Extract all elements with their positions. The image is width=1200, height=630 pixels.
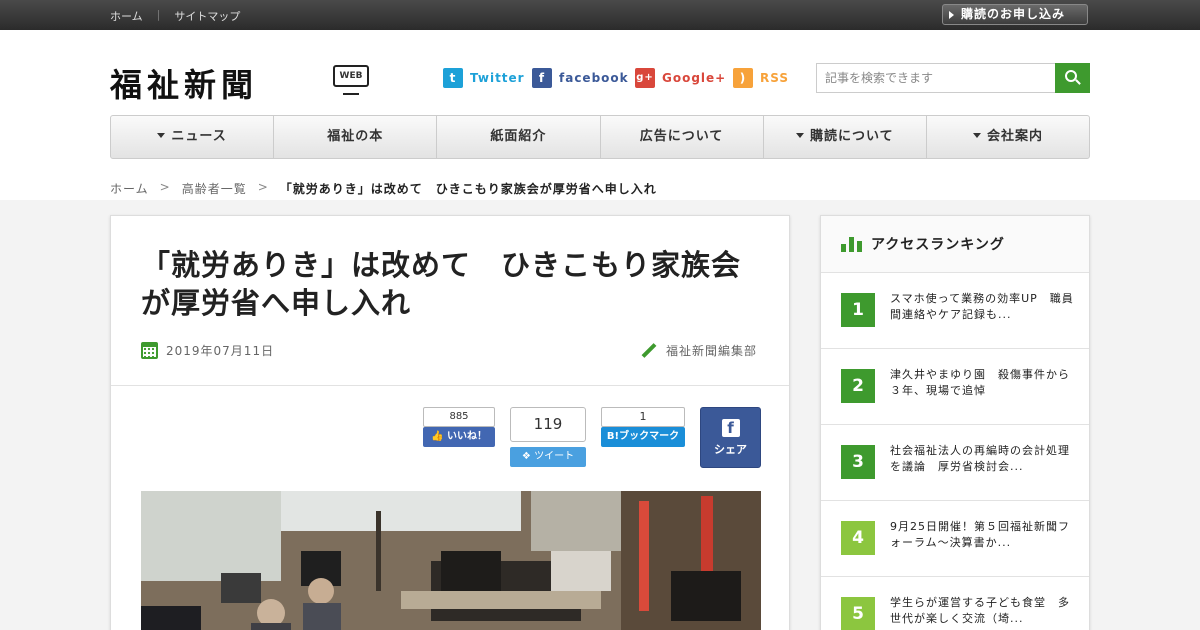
caret-down-icon — [795, 133, 804, 138]
caret-down-icon — [157, 133, 166, 138]
facebook-like-button[interactable]: 885 👍 いいね！ — [423, 407, 495, 447]
ranking-number: 3 — [841, 445, 875, 479]
nav-item-label: 紙面紹介 — [490, 129, 547, 144]
main-nav: ニュース 福祉の本 紙面紹介 広告について 購読について 会社案内 — [110, 115, 1090, 159]
article-photo — [141, 491, 761, 630]
nav-item-subscription[interactable]: 購読について — [764, 116, 927, 158]
tweet-button[interactable]: 119 ❖ ツイート — [510, 407, 586, 467]
nav-item-label: 広告について — [639, 129, 724, 144]
nav-item-label: ニュース — [171, 129, 227, 144]
article-author-text: 福祉新聞編集部 — [665, 344, 757, 358]
site-logo[interactable]: 福祉新聞 — [110, 60, 258, 106]
article-date: 2019年07月11日 — [141, 342, 274, 359]
ranking-title-text: スマホ使って業務の効率UP 職員間連絡やケア記録も... — [890, 292, 1074, 321]
twitter-link[interactable]: t Twitter — [443, 68, 525, 88]
search-input[interactable]: 記事を検索できます — [816, 63, 1056, 93]
subscribe-button[interactable]: 購読のお申し込み — [942, 4, 1088, 25]
top-links: ホーム | サイトマップ — [110, 8, 240, 24]
ranking-number: 5 — [841, 597, 875, 630]
article-card: 「就労ありき」は改めて ひきこもり家族会が厚労省へ申し入れ 2019年07月11… — [110, 215, 790, 630]
calendar-icon — [141, 342, 158, 359]
nav-item-paper[interactable]: 紙面紹介 — [437, 116, 601, 158]
ranking-number: 2 — [841, 369, 875, 403]
ranking-title-text: 津久井やまゆり園 殺傷事件から３年、現場で追悼 — [890, 368, 1070, 397]
google-plus-icon: g+ — [635, 68, 655, 88]
facebook-like-label: 👍 いいね！ — [423, 427, 495, 447]
breadcrumb-current: 「就労ありき」は改めて ひきこもり家族会が厚労省へ申し入れ — [279, 182, 657, 196]
search-button[interactable] — [1055, 63, 1090, 93]
article-author: 福祉新聞編集部 — [641, 342, 757, 359]
nav-item-label: 福祉の本 — [327, 129, 384, 144]
ranking-number: 4 — [841, 521, 875, 555]
hatena-bookmark-button[interactable]: 1 B!ブックマーク — [601, 407, 685, 447]
breadcrumb-category[interactable]: 高齢者一覧 — [182, 180, 247, 197]
ranking-title-text: 9月25日開催！第５回福祉新聞フォーラム～決算書か... — [890, 520, 1070, 549]
nav-item-ads[interactable]: 広告について — [601, 116, 764, 158]
google-plus-link-label: Google+ — [662, 71, 727, 85]
nav-item-label: 会社案内 — [986, 129, 1043, 144]
breadcrumb-separator: > — [257, 180, 269, 194]
top-link-home[interactable]: ホーム — [110, 8, 143, 24]
facebook-link-label: facebook — [559, 71, 629, 85]
arrow-right-icon — [949, 11, 954, 19]
rss-icon: ) — [733, 68, 753, 88]
ranking-item[interactable]: 1 スマホ使って業務の効率UP 職員間連絡やケア記録も... — [821, 273, 1089, 349]
ranking-item[interactable]: 5 学生らが運営する子ども食堂 多世代が楽しく交流（埼... — [821, 577, 1089, 630]
web-monitor-icon: WEB — [333, 65, 369, 95]
facebook-share-label: シェア — [714, 443, 747, 456]
ranking-number: 1 — [841, 293, 875, 327]
breadcrumb-separator: > — [159, 180, 171, 194]
meeting-photo-illustration — [141, 491, 761, 630]
ranking-item[interactable]: 2 津久井やまゆり園 殺傷事件から３年、現場で追悼 — [821, 349, 1089, 425]
hatena-label: B!ブックマーク — [601, 427, 685, 447]
top-bar: ホーム | サイトマップ 購読のお申し込み — [0, 0, 1200, 30]
nav-item-label: 購読について — [809, 129, 894, 144]
facebook-like-count: 885 — [423, 407, 495, 427]
site-header: 福祉新聞 WEB t Twitter f facebook g+ Google+… — [0, 30, 1200, 200]
article-title: 「就労ありき」は改めて ひきこもり家族会が厚労省へ申し入れ — [141, 248, 742, 320]
nav-item-news[interactable]: ニュース — [111, 116, 275, 158]
ranking-title-text: 社会福祉法人の再編時の会計処理を議論 厚労省検討会... — [890, 444, 1070, 473]
caret-down-icon — [972, 133, 981, 138]
facebook-link[interactable]: f facebook — [532, 68, 629, 88]
divider — [111, 385, 789, 386]
ranking-header: アクセスランキング — [821, 216, 1089, 273]
rss-link[interactable]: ) RSS — [733, 68, 789, 88]
sidebar-ranking: アクセスランキング 1 スマホ使って業務の効率UP 職員間連絡やケア記録も...… — [820, 215, 1090, 630]
bar-chart-icon — [841, 236, 862, 252]
ranking-item[interactable]: 4 9月25日開催！第５回福祉新聞フォーラム～決算書か... — [821, 501, 1089, 577]
facebook-share-button[interactable]: f シェア — [700, 407, 761, 468]
subscribe-button-label: 購読のお申し込み — [961, 7, 1066, 21]
tweet-label: ❖ ツイート — [510, 447, 586, 467]
facebook-icon: f — [721, 419, 740, 437]
facebook-icon: f — [532, 68, 552, 88]
breadcrumb: ホーム > 高齢者一覧 > 「就労ありき」は改めて ひきこもり家族会が厚労省へ申… — [110, 180, 657, 197]
hatena-count: 1 — [601, 407, 685, 427]
article-date-text: 2019年07月11日 — [166, 344, 275, 358]
nav-item-books[interactable]: 福祉の本 — [274, 116, 438, 158]
rss-link-label: RSS — [760, 71, 789, 85]
nav-item-company[interactable]: 会社案内 — [927, 116, 1089, 158]
ranking-title-text: 学生らが運営する子ども食堂 多世代が楽しく交流（埼... — [890, 596, 1070, 625]
tweet-count: 119 — [510, 407, 586, 442]
search-icon-handle — [1075, 79, 1081, 85]
google-plus-link[interactable]: g+ Google+ — [635, 68, 726, 88]
ranking-item[interactable]: 3 社会福祉法人の再編時の会計処理を議論 厚労省検討会... — [821, 425, 1089, 501]
top-link-sitemap[interactable]: サイトマップ — [174, 8, 240, 24]
pencil-icon — [641, 343, 657, 359]
twitter-icon: t — [443, 68, 463, 88]
ranking-title: アクセスランキング — [871, 237, 1005, 253]
twitter-link-label: Twitter — [470, 71, 525, 85]
breadcrumb-home[interactable]: ホーム — [110, 180, 149, 197]
top-link-separator: | — [156, 8, 161, 21]
